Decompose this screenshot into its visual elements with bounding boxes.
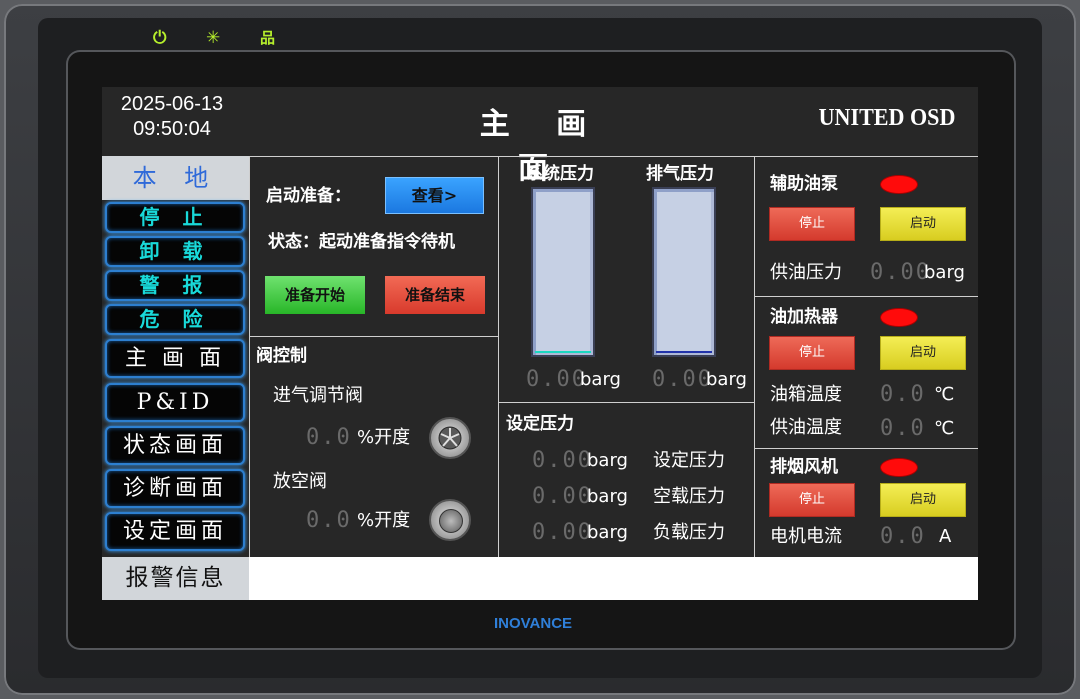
alarm-message-bar xyxy=(249,557,978,600)
divider xyxy=(249,156,978,157)
unload-pressure-label: 空载压力 xyxy=(653,486,725,507)
oil-tank-temp-label: 油箱温度 xyxy=(770,384,842,405)
valve-control-title: 阀控制 xyxy=(256,346,307,366)
unload-pressure-unit: barg xyxy=(587,486,628,507)
divider xyxy=(249,156,250,557)
nav-pid[interactable]: P&ID xyxy=(105,383,245,422)
exhaust-fan-title: 排烟风机 xyxy=(770,457,838,477)
oil-supply-temp-unit: ℃ xyxy=(934,418,955,439)
brand-logo: UNITED OSD xyxy=(818,105,956,131)
exhaust-fan-start-button[interactable]: 启动 xyxy=(880,483,966,517)
divider xyxy=(249,336,498,337)
prepare-end-button[interactable]: 准备结束 xyxy=(385,276,485,314)
mode-local-button[interactable]: 本 地 xyxy=(102,156,249,200)
divider xyxy=(498,402,754,403)
divider xyxy=(754,448,978,449)
unload-alarm-button[interactable]: 卸 载 xyxy=(105,236,245,267)
system-pressure-gauge xyxy=(531,187,595,357)
vent-valve-icon[interactable] xyxy=(429,499,471,541)
exhaust-fan-status-indicator xyxy=(880,458,918,477)
vent-valve-opening: 0.0 xyxy=(306,508,352,533)
aux-pump-status-indicator xyxy=(880,175,918,194)
aux-pump-start-button[interactable]: 启动 xyxy=(880,207,966,241)
exhaust-fan-stop-button[interactable]: 停止 xyxy=(769,483,855,517)
setpoint-title: 设定压力 xyxy=(506,414,574,434)
nav-settings-screen[interactable]: 设定画面 xyxy=(105,512,245,551)
setpoint-label: 设定压力 xyxy=(653,450,725,471)
divider xyxy=(754,156,755,557)
startup-label: 启动准备： xyxy=(266,186,351,206)
system-pressure-unit: barg xyxy=(580,369,621,390)
oil-supply-pressure-value: 0.00 xyxy=(870,260,931,285)
stop-alarm-button[interactable]: 停 止 xyxy=(105,202,245,233)
power-icon: ⏻ xyxy=(153,28,167,48)
nav-status-screen[interactable]: 状态画面 xyxy=(105,426,245,465)
load-pressure-label: 负载压力 xyxy=(653,522,725,543)
oil-supply-temp-value: 0.0 xyxy=(880,416,926,441)
nav-main-screen[interactable]: 主 画 面 xyxy=(105,339,245,378)
divider xyxy=(754,296,978,297)
prepare-start-button[interactable]: 准备开始 xyxy=(265,276,365,314)
oil-supply-pressure-label: 供油压力 xyxy=(770,262,842,283)
exhaust-pressure-level xyxy=(656,351,712,353)
view-button[interactable]: 查看> xyxy=(385,177,484,214)
sun-icon: ✳ xyxy=(206,28,221,48)
motor-current-value: 0.0 xyxy=(880,524,926,549)
system-pressure-label: 系统压力 xyxy=(526,164,594,184)
oil-tank-temp-unit: ℃ xyxy=(934,384,955,405)
system-pressure-value: 0.00 xyxy=(526,367,587,392)
aux-pump-title: 辅助油泵 xyxy=(770,174,838,194)
unload-pressure-value: 0.00 xyxy=(532,484,593,509)
oil-tank-temp-value: 0.0 xyxy=(880,382,926,407)
hmi-screen: 2025-06-13 09:50:04 主 画 面 UNITED OSD 本 地… xyxy=(102,87,978,600)
oil-supply-temp-label: 供油温度 xyxy=(770,417,842,438)
inlet-valve-icon[interactable] xyxy=(429,417,471,459)
time: 09:50:04 xyxy=(133,118,211,140)
vent-valve-unit: %开度 xyxy=(357,510,411,531)
inlet-valve-label: 进气调节阀 xyxy=(273,385,363,406)
aux-pump-stop-button[interactable]: 停止 xyxy=(769,207,855,241)
datetime: 2025-06-13 09:50:04 xyxy=(110,92,234,142)
alarm-info-button[interactable]: 报警信息 xyxy=(102,557,249,600)
inlet-valve-opening: 0.0 xyxy=(306,425,352,450)
oil-heater-stop-button[interactable]: 停止 xyxy=(769,336,855,370)
load-pressure-unit: barg xyxy=(587,522,628,543)
network-icon: 品 xyxy=(260,29,276,47)
exhaust-pressure-value: 0.00 xyxy=(652,367,713,392)
oil-heater-status-indicator xyxy=(880,308,918,327)
oil-heater-start-button[interactable]: 启动 xyxy=(880,336,966,370)
device-brand: INOVANCE xyxy=(494,615,573,632)
exhaust-pressure-unit: barg xyxy=(706,369,747,390)
inlet-valve-unit: %开度 xyxy=(357,427,411,448)
setpoint-unit: barg xyxy=(587,450,628,471)
load-pressure-value: 0.00 xyxy=(532,520,593,545)
startup-status: 状态：起动准备指令待机 xyxy=(268,232,455,252)
motor-current-label: 电机电流 xyxy=(770,526,842,547)
date: 2025-06-13 xyxy=(120,93,224,115)
oil-supply-pressure-unit: barg xyxy=(924,262,965,283)
vent-valve-label: 放空阀 xyxy=(273,471,327,492)
exhaust-pressure-label: 排气压力 xyxy=(646,164,714,184)
nav-diagnostic-screen[interactable]: 诊断画面 xyxy=(105,469,245,508)
system-pressure-level xyxy=(535,351,591,353)
oil-heater-title: 油加热器 xyxy=(770,307,838,327)
setpoint-value: 0.00 xyxy=(532,448,593,473)
warning-alarm-button[interactable]: 警 报 xyxy=(105,270,245,301)
exhaust-pressure-gauge xyxy=(652,187,716,357)
divider xyxy=(498,156,499,557)
motor-current-unit: A xyxy=(939,526,952,547)
danger-alarm-button[interactable]: 危 险 xyxy=(105,304,245,335)
